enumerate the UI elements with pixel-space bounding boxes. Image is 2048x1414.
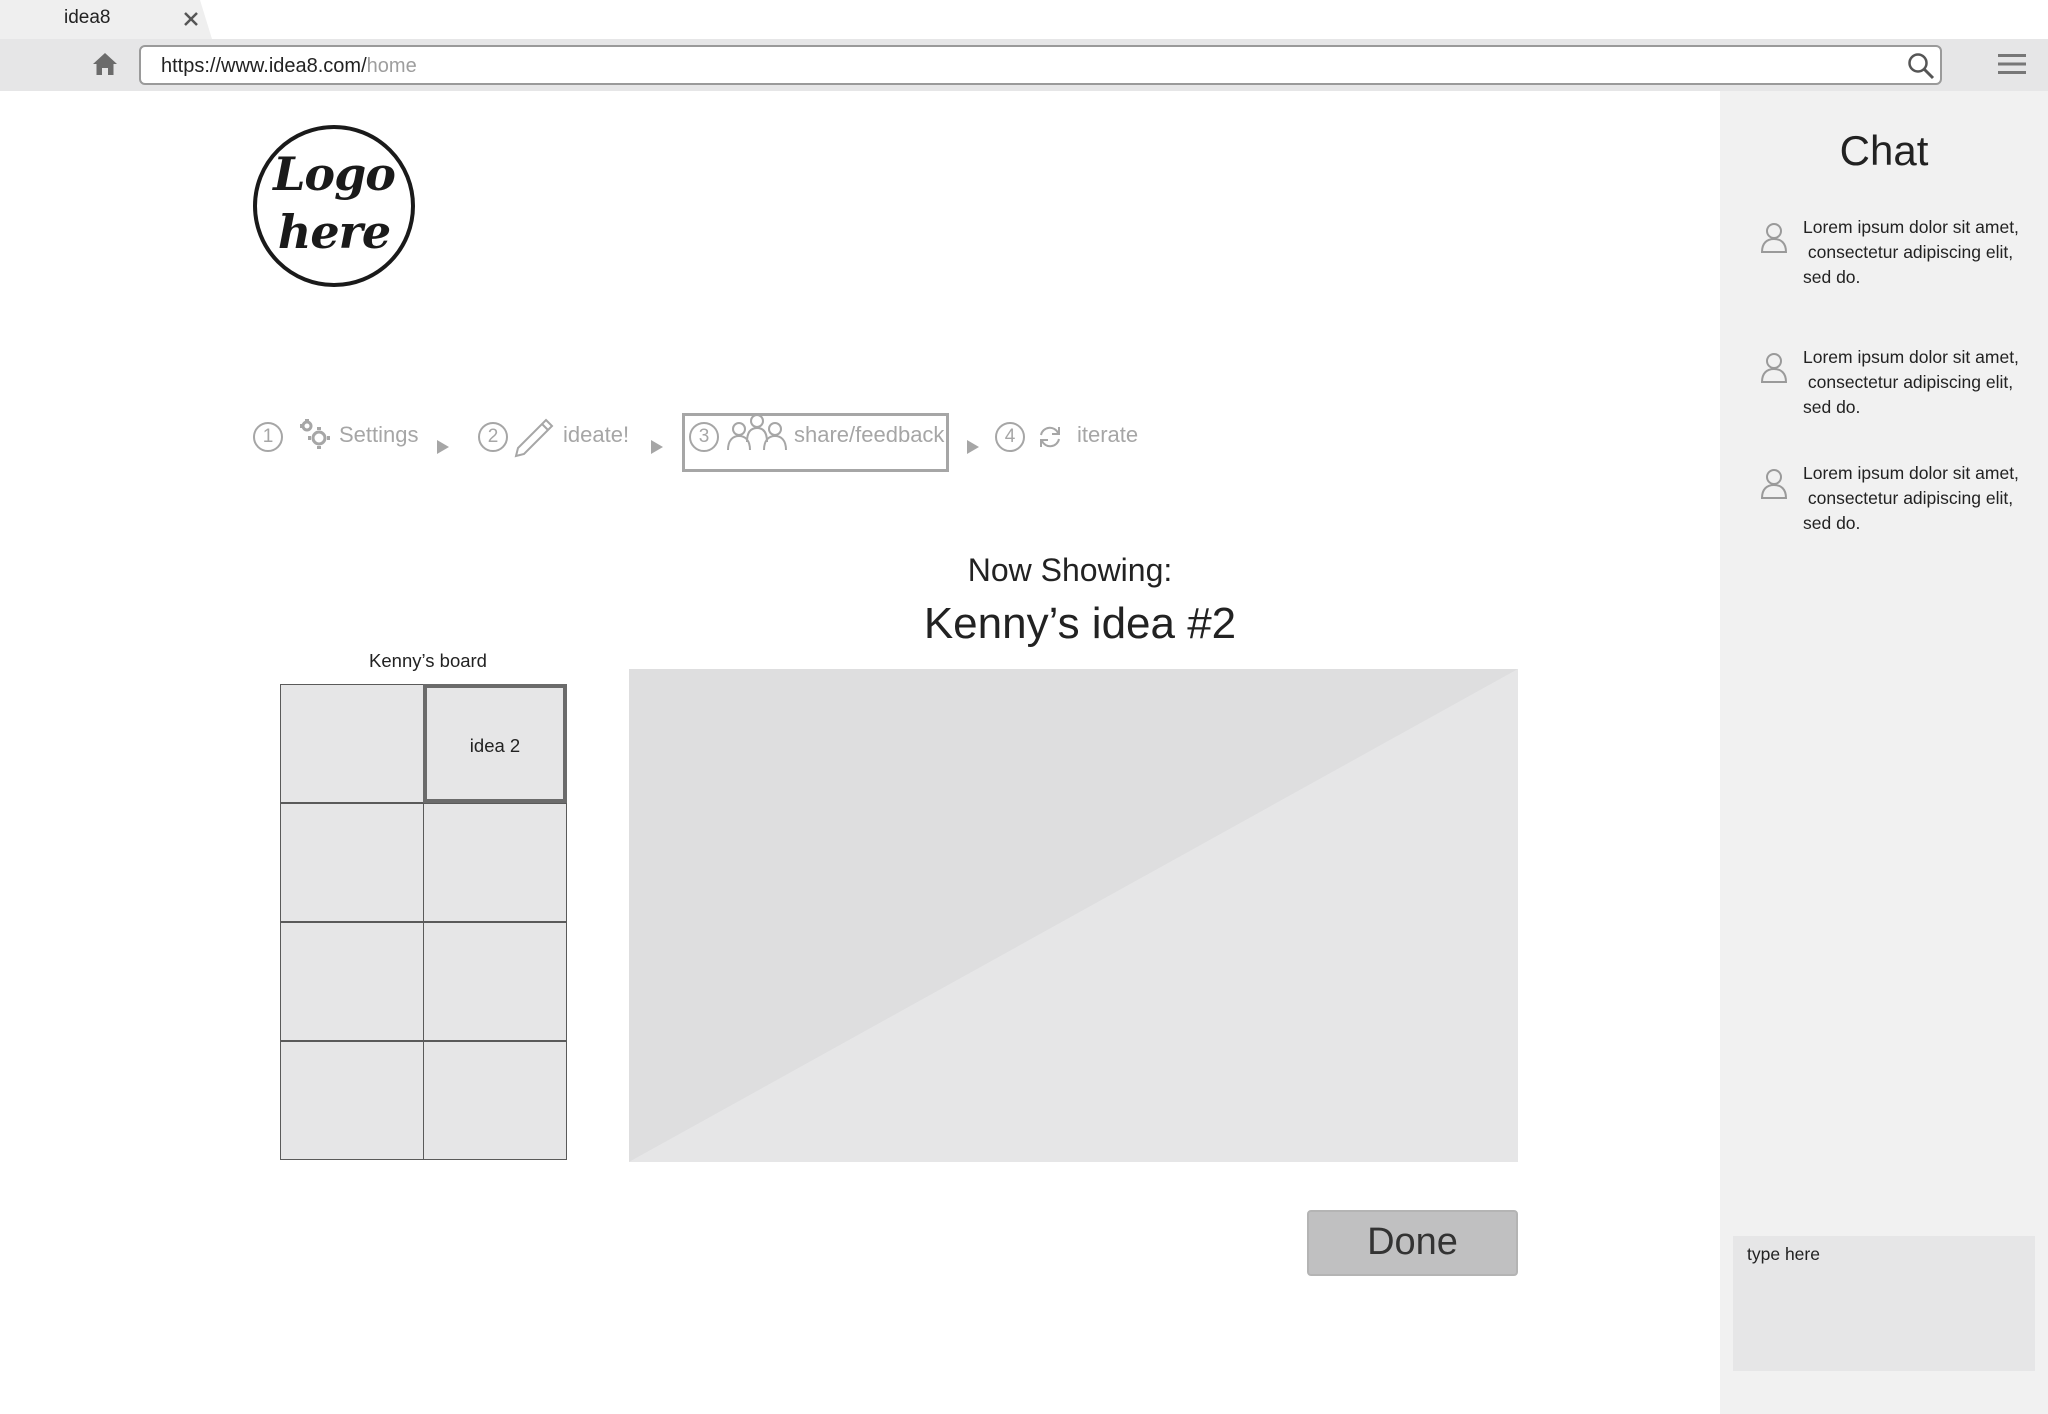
chat-title: Chat <box>1839 127 1929 174</box>
gear-icon <box>300 419 330 449</box>
now-showing-label: Now Showing: <box>967 552 1173 588</box>
close-icon[interactable] <box>180 8 202 30</box>
board-cell[interactable] <box>423 1041 567 1160</box>
board-cell[interactable] <box>280 922 424 1041</box>
idea-preview-placeholder <box>629 669 1518 1162</box>
pencil-icon <box>514 418 554 458</box>
board-cell-selected[interactable]: idea 2 <box>423 684 567 803</box>
board-cell-label: idea 2 <box>469 734 521 756</box>
board-title: Kenny’s board <box>369 650 487 671</box>
logo: Logo here <box>253 125 415 287</box>
step-label: iterate <box>1077 422 1139 447</box>
url-host: https://www.idea8.com/ <box>161 55 367 77</box>
chat-message-text: Lorem ipsum dolor sit amet, consectetur … <box>1803 463 2019 533</box>
idea-title: Kenny’s idea #2 <box>923 599 1237 648</box>
tab-strip: idea8 <box>0 0 2048 39</box>
done-button[interactable]: Done <box>1307 1210 1518 1276</box>
board-cell[interactable] <box>423 803 567 922</box>
logo-line-1: Logo <box>273 147 396 201</box>
user-avatar-icon <box>1760 353 1788 383</box>
board-cell[interactable] <box>280 1041 424 1160</box>
chat-message-text: Lorem ipsum dolor sit amet, consectetur … <box>1803 347 2019 417</box>
step-number: 3 <box>689 422 719 452</box>
hamburger-menu-icon[interactable] <box>1998 52 2026 76</box>
step-label: share/feedback <box>794 422 945 447</box>
address-bar[interactable]: https://www.idea8.com/home <box>139 45 1942 85</box>
chat-message-text: Lorem ipsum dolor sit amet, consectetur … <box>1803 217 2019 287</box>
step-arrow-icon <box>437 440 449 454</box>
home-icon[interactable] <box>92 51 118 77</box>
step-arrow-icon <box>967 440 979 454</box>
user-avatar-icon <box>1760 469 1788 499</box>
logo-line-2: here <box>277 205 391 259</box>
user-avatar-icon <box>1760 223 1788 253</box>
image-placeholder-icon <box>629 669 1518 1162</box>
refresh-icon <box>1040 426 1060 448</box>
url-path: home <box>366 55 417 77</box>
search-icon[interactable] <box>1907 52 1935 80</box>
step-label: Settings <box>339 422 419 447</box>
chat-panel: Chat Lorem ipsum dolor sit amet, consect… <box>1720 91 2048 1414</box>
tab-title: idea8 <box>64 7 111 28</box>
step-arrow-icon <box>651 440 663 454</box>
board-cell[interactable] <box>280 684 424 803</box>
step-number: 4 <box>995 422 1025 452</box>
board-cell[interactable] <box>280 803 424 922</box>
step-number: 1 <box>253 422 283 452</box>
people-icon <box>727 414 787 451</box>
idea-board: idea 2 <box>280 684 569 1162</box>
url-text: https://www.idea8.com/home <box>161 55 417 78</box>
step-label: ideate! <box>563 422 630 447</box>
chat-input-placeholder: type here <box>1747 1244 1820 1264</box>
chat-input[interactable]: type here <box>1733 1236 2035 1371</box>
board-cell[interactable] <box>423 922 567 1041</box>
step-number: 2 <box>478 422 508 452</box>
